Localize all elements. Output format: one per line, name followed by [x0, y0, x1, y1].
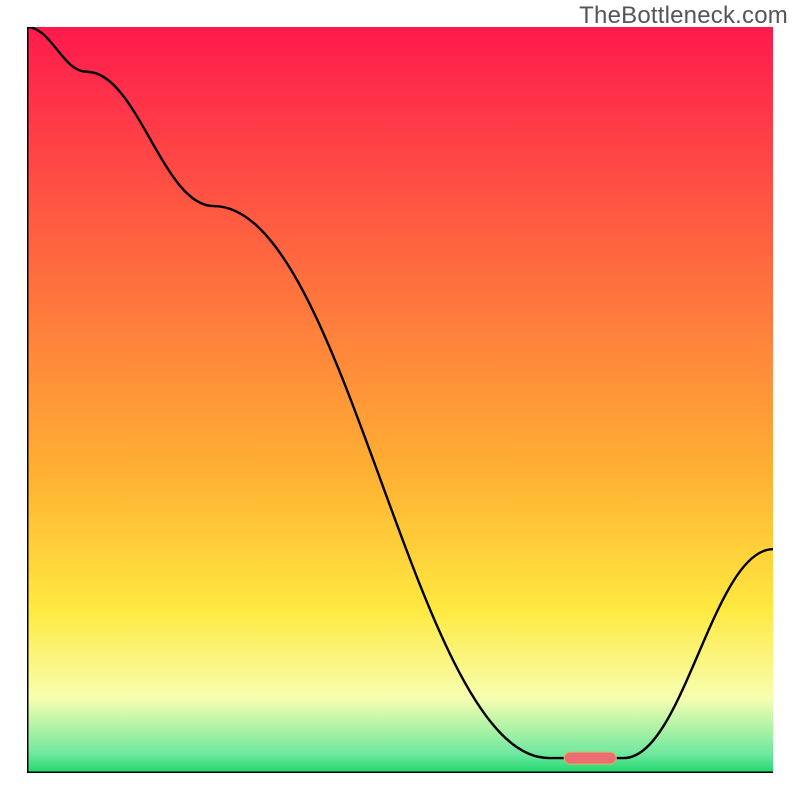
- watermark-text: TheBottleneck.com: [579, 2, 788, 30]
- minimum-marker: [564, 752, 616, 764]
- gradient-background: [27, 27, 773, 773]
- chart-svg: [27, 27, 773, 773]
- chart-container: { "watermark": "TheBottleneck.com", "col…: [0, 0, 800, 800]
- plot-area: [27, 27, 773, 773]
